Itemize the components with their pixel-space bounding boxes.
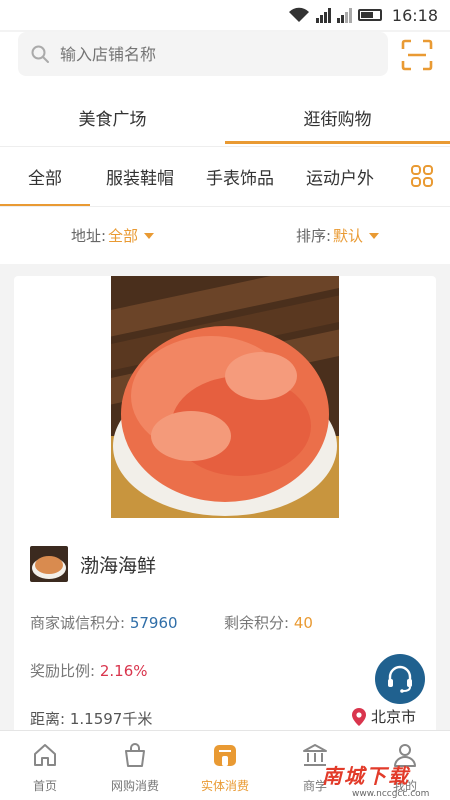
reward-ratio-value: 2.16% — [99, 662, 148, 680]
store-thumbnail — [30, 546, 68, 582]
distance: 距离: 1.1597千米 — [30, 708, 152, 729]
search-box[interactable] — [18, 32, 388, 76]
search-bar — [0, 32, 450, 88]
credit-score-label: 商家诚信积分: — [30, 614, 126, 632]
store-header: 渤海海鲜 — [30, 546, 156, 582]
remaining-points-value: 40 — [293, 614, 313, 632]
tab-shopping[interactable]: 逛街购物 — [225, 88, 450, 146]
watermark-url: www.nccgcc.com — [352, 789, 430, 799]
shopping-bag-icon — [125, 743, 145, 767]
distance-label: 距离: — [30, 710, 66, 728]
store-card[interactable]: 渤海海鲜 商家诚信积分: 57960 剩余积分: 40 奖励比例: 2.16% … — [14, 276, 436, 736]
address-filter[interactable]: 地址: 全部 — [0, 207, 225, 264]
remaining-points: 剩余积分: 40 — [224, 612, 313, 633]
reward-ratio: 奖励比例: 2.16% — [30, 660, 148, 681]
sort-filter-label: 排序: — [295, 227, 332, 245]
grid-icon[interactable] — [410, 164, 434, 188]
category-tab-all[interactable]: 全部 — [0, 147, 90, 207]
headset-icon — [388, 665, 412, 693]
nav-store-consumption[interactable]: 实体消费 — [180, 731, 270, 800]
nav-home-label: 首页 — [32, 779, 57, 793]
watermark-logo: 南城下载 www.nccgcc.com — [322, 760, 448, 800]
store-location: 北京市 — [352, 706, 416, 727]
signal-icon — [315, 7, 331, 23]
battery-icon — [357, 9, 382, 21]
scan-icon[interactable] — [400, 38, 434, 72]
nav-store-consumption-label: 实体消费 — [200, 779, 249, 793]
address-filter-label: 地址: — [70, 227, 107, 245]
caret-down-icon — [369, 232, 380, 239]
distance-value: 1.1597千米 — [69, 710, 153, 728]
sort-filter-value: 默认 — [333, 227, 364, 245]
store-city: 北京市 — [371, 708, 417, 726]
nav-home[interactable]: 首页 — [0, 731, 90, 800]
home-icon — [34, 744, 56, 766]
wifi-icon — [288, 7, 309, 22]
credit-score-value: 57960 — [129, 614, 178, 632]
tab-food-plaza[interactable]: 美食广场 — [0, 88, 225, 146]
credit-score: 商家诚信积分: 57960 — [30, 612, 178, 633]
clock: 16:18 — [391, 5, 438, 25]
main-tabs: 美食广场 逛街购物 — [0, 88, 450, 146]
customer-service-button[interactable] — [375, 654, 425, 704]
store-photo — [111, 276, 339, 518]
sort-filter[interactable]: 排序: 默认 — [225, 207, 450, 264]
filter-bar: 地址: 全部 排序: 默认 — [0, 206, 450, 264]
signal-icon-2 — [336, 7, 352, 23]
store-name: 渤海海鲜 — [80, 554, 157, 577]
store-icon — [214, 745, 236, 766]
category-tabs: 全部 服装鞋帽 手表饰品 运动户外 — [0, 146, 450, 207]
nav-online-shopping-label: 网购消费 — [110, 779, 159, 793]
status-bar: 16:18 — [0, 0, 450, 30]
watermark-title: 南城下载 — [322, 764, 410, 788]
address-filter-value: 全部 — [108, 227, 139, 245]
reward-ratio-label: 奖励比例: — [30, 662, 96, 680]
search-input[interactable] — [60, 44, 340, 64]
location-pin-icon — [352, 707, 366, 726]
remaining-points-label: 剩余积分: — [224, 614, 290, 632]
search-icon — [31, 45, 49, 63]
category-tab-watches[interactable]: 手表饰品 — [190, 147, 290, 207]
caret-down-icon — [144, 232, 155, 239]
nav-online-shopping[interactable]: 网购消费 — [90, 731, 180, 800]
category-tab-clothing[interactable]: 服装鞋帽 — [90, 147, 190, 207]
category-tab-sports[interactable]: 运动户外 — [290, 147, 390, 207]
